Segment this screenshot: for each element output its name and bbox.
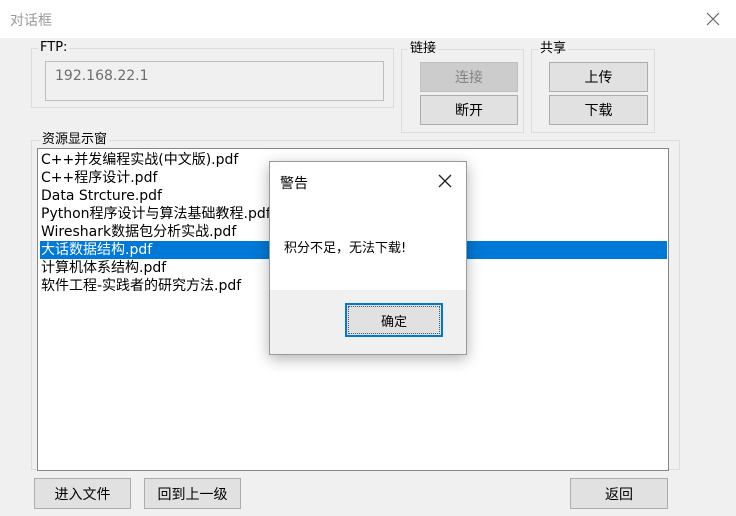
back-button[interactable]: 返回 xyxy=(570,478,668,509)
upload-button[interactable]: 上传 xyxy=(549,62,648,92)
close-icon xyxy=(706,12,720,26)
resource-label: 资源显示窗 xyxy=(40,132,110,147)
connect-button[interactable]: 连接 xyxy=(420,62,518,92)
list-item[interactable]: Wireshark数据包分析实战.pdf xyxy=(40,223,236,241)
ok-button-label: 确定 xyxy=(380,314,407,330)
list-item[interactable]: Python程序设计与算法基础教程.pdf xyxy=(40,205,271,223)
ok-button[interactable]: 确定 xyxy=(345,303,443,337)
ftp-label: FTP: xyxy=(38,40,70,55)
title-bar: 对话框 xyxy=(0,0,736,38)
list-item[interactable]: Data Strcture.pdf xyxy=(40,187,162,205)
list-item[interactable]: 软件工程-实践者的研究方法.pdf xyxy=(40,277,241,295)
enter-file-button[interactable]: 进入文件 xyxy=(34,478,131,509)
ftp-address-field[interactable]: 192.168.22.1 xyxy=(45,61,384,101)
warning-dialog: 警告 积分不足，无法下载! 确定 xyxy=(269,161,467,355)
list-item[interactable]: C++程序设计.pdf xyxy=(40,169,157,187)
connection-label: 链接 xyxy=(408,41,439,56)
window-title: 对话框 xyxy=(10,13,52,29)
list-item[interactable]: C++并发编程实战(中文版).pdf xyxy=(40,151,238,169)
dialog-title: 警告 xyxy=(280,176,308,192)
go-up-button[interactable]: 回到上一级 xyxy=(144,478,241,509)
share-label: 共享 xyxy=(538,41,569,56)
window-close-button[interactable] xyxy=(690,0,736,38)
dialog-close-button[interactable] xyxy=(430,166,460,196)
download-button[interactable]: 下载 xyxy=(549,95,648,125)
close-icon xyxy=(438,174,452,188)
list-item[interactable]: 计算机体系结构.pdf xyxy=(40,259,166,277)
disconnect-button[interactable]: 断开 xyxy=(420,95,518,125)
dialog-message: 积分不足，无法下载! xyxy=(284,241,407,256)
